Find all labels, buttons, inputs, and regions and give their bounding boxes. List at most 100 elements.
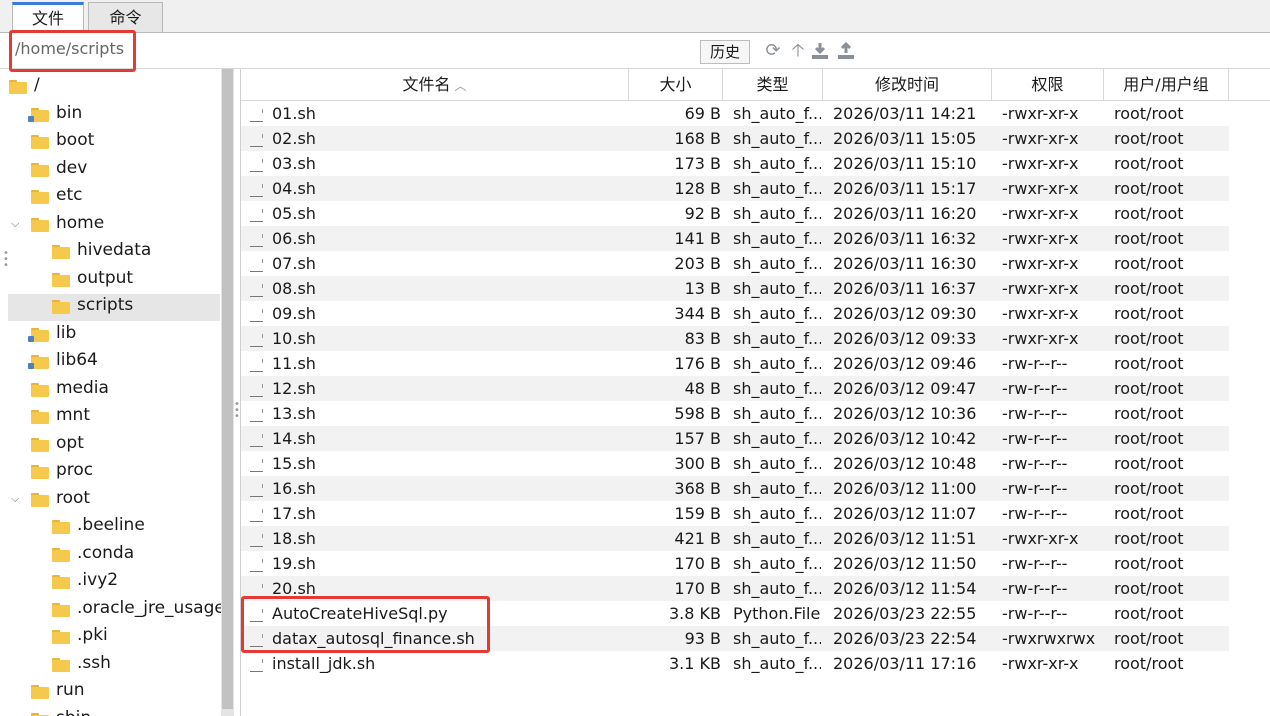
table-row[interactable]: 08.sh 13 B sh_auto_f... 2026/03/11 16:37 -rw… [241,276,1229,301]
file-name: 09.sh [272,304,316,323]
tree-item[interactable]: hivedata [0,239,220,266]
upload-icon[interactable] [836,39,856,63]
tree-item[interactable]: boot [0,129,220,156]
file-mtime: 2026/03/12 10:42 [833,429,977,448]
tab-files[interactable]: 文件 [12,2,84,33]
table-row[interactable]: 10.sh 83 B sh_auto_f... 2026/03/12 09:33 -rw… [241,326,1229,351]
table-row[interactable]: install_jdk.sh 3.1 KB sh_auto_f... 2026/03/… [241,651,1229,676]
file-permissions: -rwxr-xr-x [1002,279,1079,298]
tree-scrollbar-thumb[interactable] [222,69,233,709]
file-owner: root/root [1114,654,1184,673]
download-icon[interactable] [810,39,830,63]
column-header-type[interactable]: 类型 [723,69,823,100]
folder-icon [31,685,49,699]
table-row[interactable]: 16.sh 368 B sh_auto_f... 2026/03/12 11:00 -r… [241,476,1229,501]
table-row[interactable]: 18.sh 421 B sh_auto_f... 2026/03/12 11:51 -r… [241,526,1229,551]
tree-item[interactable]: .oracle_jre_usage [0,597,222,624]
tree-item-label: dev [56,157,88,178]
column-header-owner[interactable]: 用户/用户组 [1104,69,1229,100]
path-highlight-box [9,30,136,72]
tree-item[interactable]: proc [0,459,220,486]
tree-item[interactable]: .ssh [0,652,220,679]
chevron-down-icon[interactable]: ⌵ [11,492,23,506]
file-permissions: -rwxr-xr-x [1002,204,1079,223]
file-name: 03.sh [272,154,316,173]
file-icon [250,330,263,347]
folder-icon [52,602,70,617]
table-row[interactable]: 04.sh 128 B sh_auto_f... 2026/03/11 15:17 -r… [241,176,1229,201]
file-type: sh_auto_f... [733,479,821,498]
file-type: sh_auto_f... [733,429,821,448]
column-header-mtime[interactable]: 修改时间 [823,69,992,100]
file-type: sh_auto_f... [733,354,821,373]
tree-item[interactable]: output [0,267,220,294]
tree-scrollbar[interactable] [221,69,234,716]
tree-item-label: / [34,75,40,95]
table-row[interactable]: 05.sh 92 B sh_auto_f... 2026/03/11 16:20 -rw… [241,201,1229,226]
tree-item[interactable]: run [0,679,220,706]
refresh-icon[interactable]: ⟳ [763,39,783,63]
tree-item[interactable]: .ivy2 [0,569,220,596]
file-mtime: 2026/03/12 09:47 [833,379,977,398]
tree-item[interactable]: mnt [0,404,220,431]
tree-item[interactable]: media [0,377,220,404]
tree-item-label: run [56,680,85,700]
file-owner: root/root [1114,479,1184,498]
table-row[interactable]: 19.sh 170 B sh_auto_f... 2026/03/12 11:50 -r… [241,551,1229,576]
folder-icon [31,135,49,149]
table-row[interactable]: 03.sh 173 B sh_auto_f... 2026/03/11 15:10 -r… [241,151,1229,176]
file-type: sh_auto_f... [733,529,821,548]
tree-item[interactable]: sbin [0,707,220,716]
table-row[interactable]: 06.sh 141 B sh_auto_f... 2026/03/11 16:32 -r… [241,226,1229,251]
column-header-name[interactable]: 文件名 ︿ [241,69,629,100]
file-owner: root/root [1114,529,1184,548]
tree-item[interactable]: etc [0,184,220,211]
tree-item[interactable]: scripts [8,294,220,321]
file-owner: root/root [1114,379,1184,398]
file-mtime: 2026/03/11 16:20 [833,204,977,223]
table-row[interactable]: 15.sh 300 B sh_auto_f... 2026/03/12 10:48 -r… [241,451,1229,476]
file-permissions: -rwxr-xr-x [1002,654,1079,673]
file-name: 14.sh [272,429,316,448]
file-owner: root/root [1114,454,1184,473]
file-size: 13 B [684,279,721,298]
file-permissions: -rw-r--r-- [1002,554,1068,573]
folder-icon [28,355,49,369]
table-row[interactable]: 07.sh 203 B sh_auto_f... 2026/03/11 16:30 -r… [241,251,1229,276]
chevron-down-icon[interactable]: ⌵ [11,217,23,231]
table-row[interactable]: 17.sh 159 B sh_auto_f... 2026/03/12 11:07 -r… [241,501,1229,526]
tree-item[interactable]: .pki [0,624,220,651]
file-owner: root/root [1114,354,1184,373]
file-mtime: 2026/03/12 11:07 [833,504,977,523]
file-permissions: -rwxr-xr-x [1002,329,1079,348]
column-header-size[interactable]: 大小 [629,69,723,100]
tree-item[interactable]: ⌵ home [0,212,220,239]
tree-item[interactable]: bin [0,102,220,129]
table-row[interactable]: 13.sh 598 B sh_auto_f... 2026/03/12 10:36 -r… [241,401,1229,426]
table-row[interactable]: 12.sh 48 B sh_auto_f... 2026/03/12 09:47 -rw… [241,376,1229,401]
tree-item[interactable]: lib [0,322,220,349]
tree-item[interactable]: .beeline [0,514,220,541]
table-row[interactable]: 11.sh 176 B sh_auto_f... 2026/03/12 09:46 -r… [241,351,1229,376]
tree-item[interactable]: opt [0,432,220,459]
folder-icon [31,712,49,716]
file-icon [250,655,263,672]
table-row[interactable]: 01.sh 69 B sh_auto_f... 2026/03/11 14:21 -rw… [241,101,1229,126]
tree-item[interactable]: .conda [0,542,220,569]
tree-item[interactable]: ⌵ root [0,487,220,514]
table-row[interactable]: 09.sh 344 B sh_auto_f... 2026/03/12 09:30 -r… [241,301,1229,326]
tree-item[interactable]: / [0,74,220,101]
file-permissions: -rwxr-xr-x [1002,154,1079,173]
file-type: sh_auto_f... [733,179,821,198]
tab-commands[interactable]: 命令 [88,2,163,32]
tree-item-label: opt [56,432,84,453]
table-row[interactable]: 02.sh 168 B sh_auto_f... 2026/03/11 15:05 -r… [241,126,1229,151]
history-button[interactable]: 历史 [700,40,750,64]
file-type: sh_auto_f... [733,329,821,348]
table-row[interactable]: 14.sh 157 B sh_auto_f... 2026/03/12 10:42 -r… [241,426,1229,451]
file-icon [250,255,263,272]
column-header-permissions[interactable]: 权限 [992,69,1104,100]
tree-item[interactable]: lib64 [0,349,220,376]
tree-item[interactable]: dev [0,157,220,184]
up-arrow-icon[interactable]: 🡡 [788,39,808,63]
